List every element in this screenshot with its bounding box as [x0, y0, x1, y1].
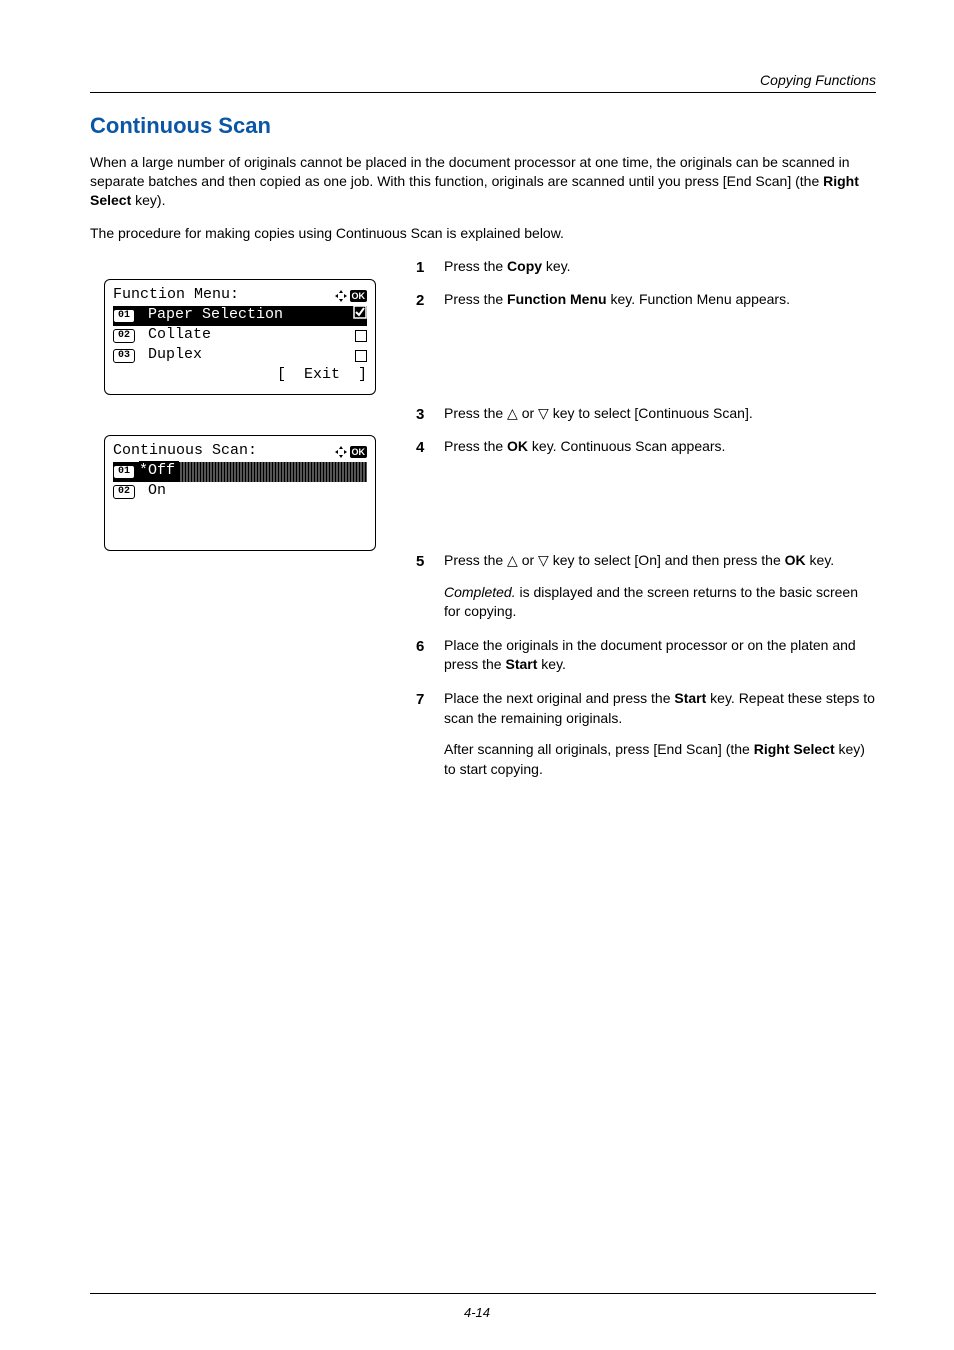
lcd2-row2-label: On [139, 481, 367, 501]
lcd1-row1-label: Paper Selection [139, 305, 353, 325]
checkbox-empty-icon [355, 330, 367, 342]
nav-ok-indicator: OK [334, 445, 368, 459]
step-4: Press the OK key. Continuous Scan appear… [416, 437, 876, 457]
lcd1-row2-label: Collate [139, 325, 355, 345]
footer-rule [90, 1293, 876, 1294]
header-rule [90, 92, 876, 93]
down-triangle-icon: ▽ [538, 552, 549, 568]
dpad-icon [334, 445, 348, 459]
section-title: Continuous Scan [90, 113, 876, 139]
lcd1-row3-label: Duplex [139, 345, 355, 365]
lcd1-title: Function Menu: [113, 285, 334, 305]
down-triangle-icon: ▽ [538, 405, 549, 421]
checkbox-empty-icon [355, 350, 367, 362]
step-2: Press the Function Menu key. Function Me… [416, 290, 876, 310]
intro-paragraph-1: When a large number of originals cannot … [90, 153, 876, 210]
check-icon [353, 305, 367, 326]
lcd2-row1-num: 01 [113, 465, 135, 479]
step-3: Press the △ or ▽ key to select [Continuo… [416, 404, 876, 424]
step-7: Place the next original and press the St… [416, 689, 876, 779]
lcd1-row3-num: 03 [113, 349, 135, 363]
lcd1-footer: [ Exit ] [277, 365, 367, 385]
step-5: Press the △ or ▽ key to select [On] and … [416, 551, 876, 622]
lcd-function-menu: Function Menu: OK 01 Paper Selection 02 [104, 279, 376, 395]
lcd2-row1-label: *Off [139, 461, 179, 481]
lcd2-title: Continuous Scan: [113, 441, 334, 461]
running-head: Copying Functions [90, 72, 876, 88]
dpad-icon [334, 289, 348, 303]
step-5-sub: Completed. is displayed and the screen r… [444, 583, 876, 622]
up-triangle-icon: △ [507, 552, 518, 568]
step-1: Press the Copy key. [416, 257, 876, 277]
intro-paragraph-2: The procedure for making copies using Co… [90, 224, 876, 243]
ok-badge: OK [350, 446, 368, 458]
up-triangle-icon: △ [507, 405, 518, 421]
nav-ok-indicator: OK [334, 289, 368, 303]
lcd2-row2-num: 02 [113, 485, 135, 499]
step-6: Place the originals in the document proc… [416, 636, 876, 675]
step-7-sub: After scanning all originals, press [End… [444, 740, 876, 779]
lcd1-row1-num: 01 [113, 309, 135, 323]
page-number: 4-14 [0, 1305, 954, 1320]
hatched-fill [179, 462, 367, 482]
lcd-continuous-scan: Continuous Scan: OK 01 *Off 02 On [104, 435, 376, 551]
bold-right-select: Right Select [90, 173, 859, 208]
lcd1-row2-num: 02 [113, 329, 135, 343]
ok-badge: OK [350, 290, 368, 302]
